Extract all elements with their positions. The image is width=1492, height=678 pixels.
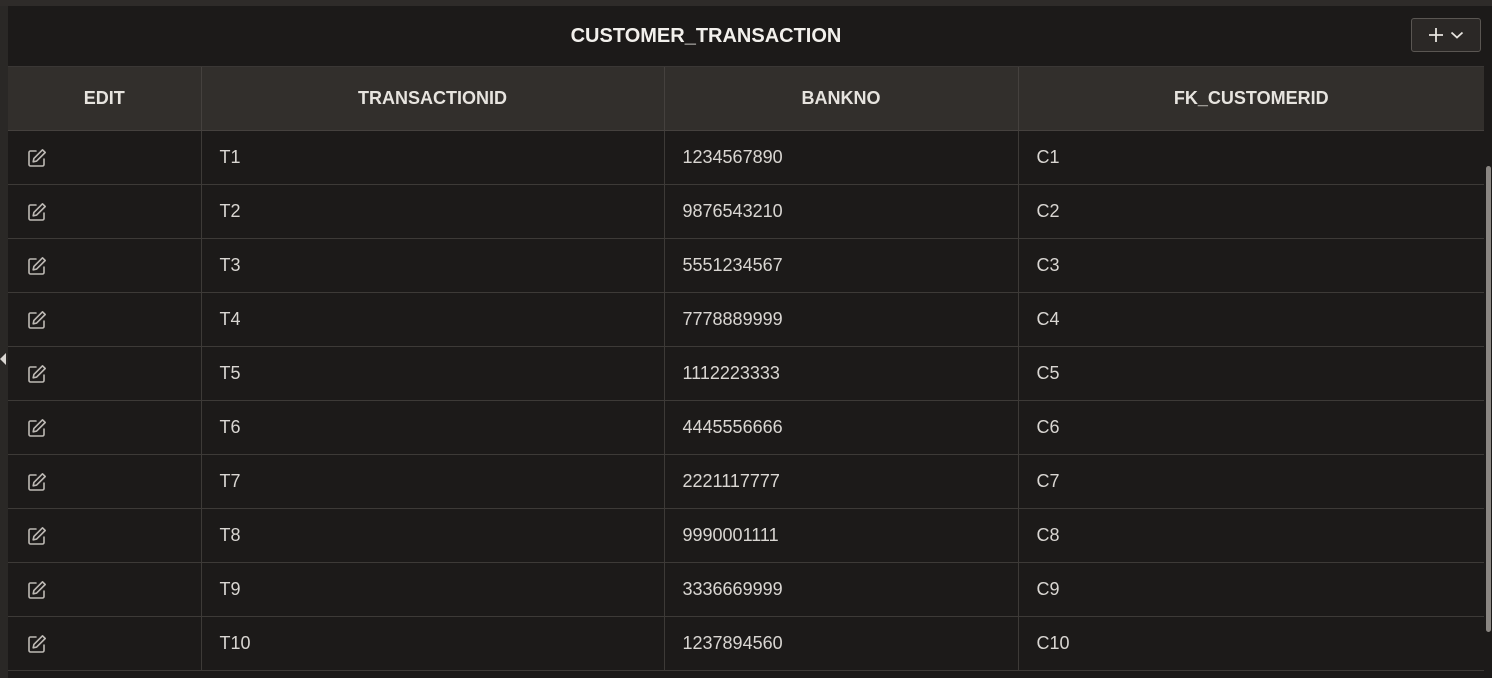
fk-customerid-cell: C4 [1018,292,1484,347]
table-row: T2 9876543210 C2 [8,184,1484,239]
bankno-cell: 4445556666 [664,400,1019,455]
edit-cell [8,130,202,185]
table-row: T4 7778889999 C4 [8,292,1484,347]
transactionid-cell: T9 [201,562,665,617]
fk-customerid-cell: C5 [1018,346,1484,401]
transactionid-cell: T7 [201,454,665,509]
table-row: T7 2221117777 C7 [8,454,1484,509]
edit-cell [8,508,202,563]
table-row: T1 1234567890 C1 [8,130,1484,185]
fk-customerid-cell: C6 [1018,400,1484,455]
chevron-down-icon [1450,30,1464,40]
column-header-fk-customerid[interactable]: FK_CUSTOMERID [1018,67,1484,131]
bankno-cell: 1237894560 [664,616,1019,671]
fk-customerid-cell: C9 [1018,562,1484,617]
fk-customerid-cell: C1 [1018,130,1484,185]
transactionid-cell: T4 [201,292,665,347]
edit-icon[interactable] [26,309,48,331]
edit-icon[interactable] [26,525,48,547]
bankno-cell: 5551234567 [664,238,1019,293]
edit-icon[interactable] [26,417,48,439]
bankno-cell: 7778889999 [664,292,1019,347]
column-header-edit[interactable]: EDIT [8,67,202,131]
edit-cell [8,346,202,401]
table-row: T6 4445556666 C6 [8,400,1484,455]
edit-cell [8,238,202,293]
transactionid-cell: T2 [201,184,665,239]
edit-cell [8,562,202,617]
plus-icon [1428,27,1444,43]
bankno-cell: 9876543210 [664,184,1019,239]
table-row: T9 3336669999 C9 [8,562,1484,617]
transactionid-cell: T3 [201,238,665,293]
transactionid-cell: T5 [201,346,665,401]
fk-customerid-cell: C2 [1018,184,1484,239]
edit-icon[interactable] [26,579,48,601]
edit-cell [8,400,202,455]
edit-cell [8,454,202,509]
transactions-table: EDIT TRANSACTIONID BANKNO FK_CUSTOMERID … [8,67,1484,671]
fk-customerid-cell: C10 [1018,616,1484,671]
fk-customerid-cell: C8 [1018,508,1484,563]
transactionid-cell: T8 [201,508,665,563]
column-header-bankno[interactable]: BANKNO [664,67,1019,131]
edit-icon[interactable] [26,633,48,655]
table-body: T1 1234567890 C1 T2 9876543210 C2 T3 5551234567… [8,130,1484,671]
region-title: CUSTOMER_TRANSACTION [570,25,842,47]
bankno-cell: 9990001111 [664,508,1019,563]
edit-icon[interactable] [26,255,48,277]
table-row: T10 1237894560 C10 [8,616,1484,671]
transactionid-cell: T1 [201,130,665,185]
actions-menu-button[interactable] [1411,18,1481,52]
table-row: T5 1112223333 C5 [8,346,1484,401]
edit-icon[interactable] [26,363,48,385]
bankno-cell: 2221117777 [664,454,1019,509]
bankno-cell: 1112223333 [664,346,1019,401]
edit-icon[interactable] [26,471,48,493]
region-header: CUSTOMER_TRANSACTION [8,6,1484,67]
edit-icon[interactable] [26,201,48,223]
edit-cell [8,184,202,239]
collapse-left-panel-icon[interactable] [0,353,6,365]
scrollbar-thumb[interactable] [1486,166,1491,632]
bankno-cell: 1234567890 [664,130,1019,185]
edit-icon[interactable] [26,147,48,169]
interactive-report-region: CUSTOMER_TRANSACTION EDIT TRANSACTIONID … [8,6,1484,678]
fk-customerid-cell: C3 [1018,238,1484,293]
vertical-scrollbar[interactable] [1484,6,1492,678]
left-panel-edge [0,6,8,678]
table-row: T3 5551234567 C3 [8,238,1484,293]
edit-cell [8,616,202,671]
table-row: T8 9990001111 C8 [8,508,1484,563]
edit-cell [8,292,202,347]
column-header-transactionid[interactable]: TRANSACTIONID [201,67,665,131]
table-header-row: EDIT TRANSACTIONID BANKNO FK_CUSTOMERID [8,67,1484,131]
fk-customerid-cell: C7 [1018,454,1484,509]
transactionid-cell: T6 [201,400,665,455]
transactionid-cell: T10 [201,616,665,671]
bankno-cell: 3336669999 [664,562,1019,617]
